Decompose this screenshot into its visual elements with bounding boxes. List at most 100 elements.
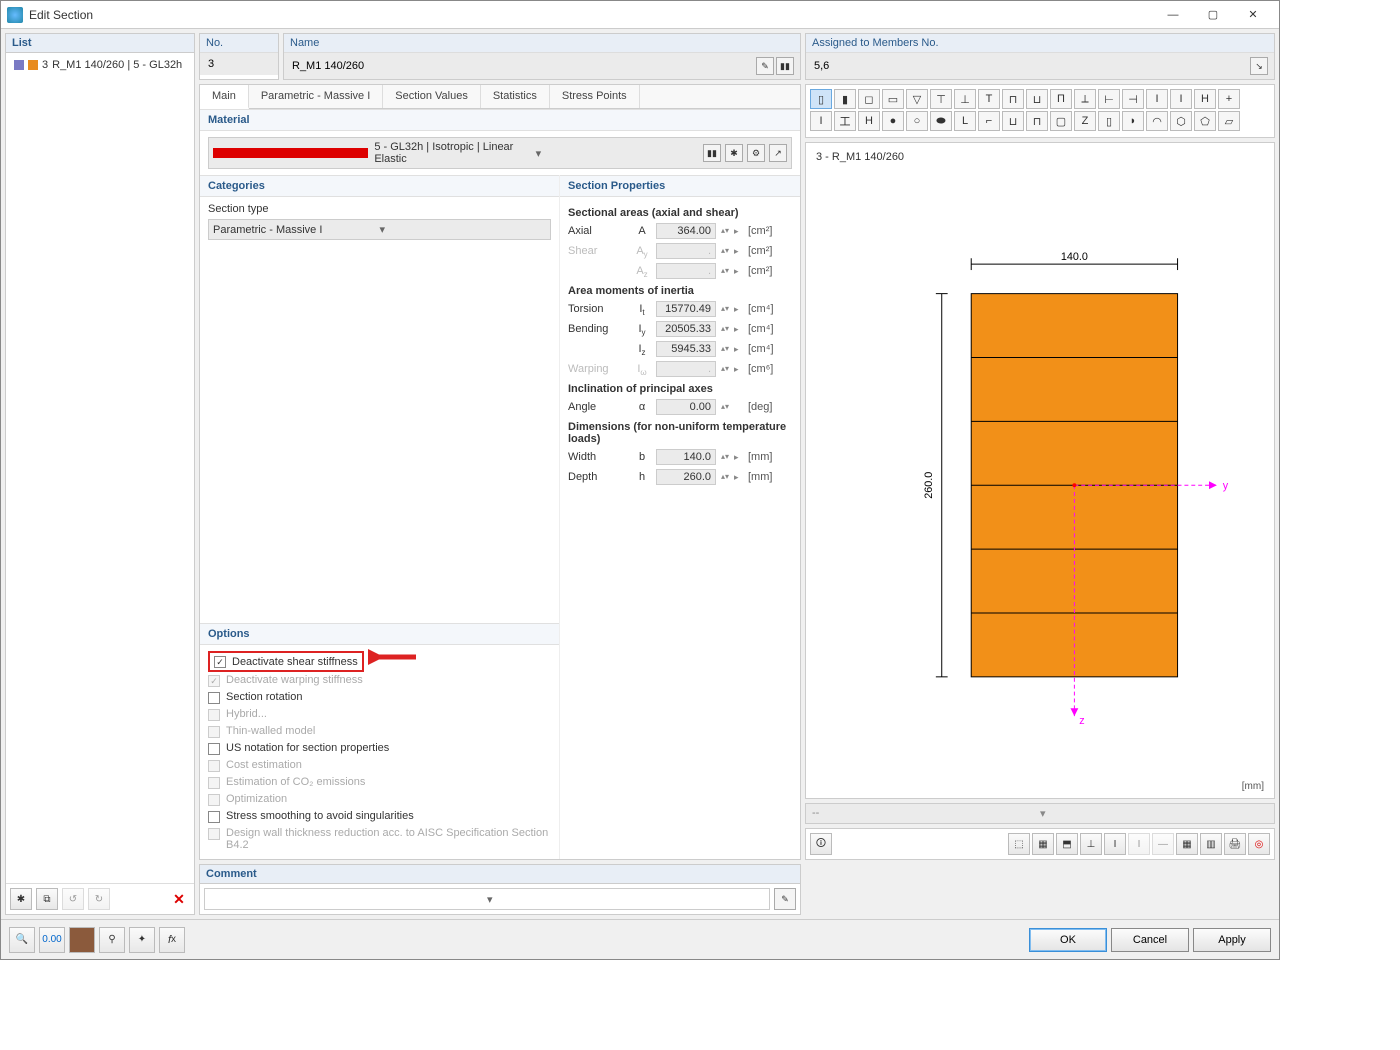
shape-button[interactable]: L [954,111,976,131]
edit-name-button[interactable]: ✎ [756,57,774,75]
shape-button[interactable]: ▢ [1050,111,1072,131]
library-button[interactable]: ▮▮ [776,57,794,75]
section-preview[interactable]: 3 - R_M1 140/260 140.0 [805,142,1275,799]
shape-button[interactable]: H [1194,89,1216,109]
spinner-icon[interactable]: ▴▾ [720,346,730,352]
color-button[interactable] [69,927,95,953]
width-value[interactable]: 140.0 [656,449,716,465]
shape-button[interactable]: Z [1074,111,1096,131]
apply-button[interactable]: Apply [1193,928,1271,952]
material-combo[interactable]: 5 - GL32h | Isotropic | Linear Elastic ▾… [208,137,792,169]
preview-tool-button[interactable]: ▦ [1176,833,1198,855]
help-button[interactable]: 🔍 [9,927,35,953]
section-type-combo[interactable]: Parametric - Massive I ▾ [208,219,551,240]
shape-button[interactable]: ◠ [1146,111,1168,131]
shape-button[interactable]: ⌐ [978,111,1000,131]
close-button[interactable]: ✕ [1233,3,1273,27]
shape-button[interactable]: ⊥ [954,89,976,109]
shape-button[interactable]: ⊢ [1098,89,1120,109]
shape-button[interactable]: ▱ [1218,111,1240,131]
delete-button[interactable]: ✕ [168,888,190,910]
assigned-input[interactable] [812,59,1248,73]
shape-button[interactable]: ◗ [1122,111,1144,131]
preview-tool-button[interactable]: ◎ [1248,833,1270,855]
spinner-icon[interactable]: ▴▾ [720,404,730,410]
bending-z-value[interactable]: 5945.33 [656,341,716,357]
shape-button[interactable]: ▭ [882,89,904,109]
shape-button[interactable]: + [1218,89,1240,109]
spinner-icon[interactable]: ▴▾ [720,474,730,480]
maximize-button[interactable]: ▢ [1193,3,1233,27]
shape-button[interactable]: ⊤ [930,89,952,109]
name-input[interactable] [290,59,754,73]
preview-tool-button[interactable]: ▥ [1200,833,1222,855]
preview-tool-button[interactable]: ⊥ [1080,833,1102,855]
preview-results-combo[interactable]: -- ▾ [805,803,1275,824]
spinner-icon[interactable]: ▴▾ [720,326,730,332]
shape-button[interactable]: ▯ [1098,111,1120,131]
material-library-button[interactable]: ▮▮ [703,144,721,162]
goto-icon[interactable]: ▸ [734,324,744,335]
torsion-value[interactable]: 15770.49 [656,301,716,317]
shape-button[interactable]: ⬠ [1194,111,1216,131]
shape-button[interactable]: Π [1050,89,1072,109]
shape-button[interactable]: 工 [834,111,856,131]
spinner-icon[interactable]: ▴▾ [720,306,730,312]
minimize-button[interactable]: — [1153,3,1193,27]
shape-button[interactable]: I [1170,89,1192,109]
goto-icon[interactable]: ▸ [734,226,744,237]
shape-button[interactable]: ⊣ [1122,89,1144,109]
shape-button[interactable]: ⊓ [1002,89,1024,109]
footer-tool-button[interactable]: ✦ [129,927,155,953]
preview-tool-button[interactable]: ⬒ [1056,833,1078,855]
shape-button[interactable]: ⊔ [1002,111,1024,131]
goto-icon[interactable]: ▸ [734,472,744,483]
shape-button[interactable]: ⬬ [930,111,952,131]
spinner-icon[interactable]: ▴▾ [720,228,730,234]
function-button[interactable]: fx [159,927,185,953]
shape-button[interactable]: H [858,111,880,131]
print-button[interactable]: 🖨 [1224,833,1246,855]
shape-button[interactable]: ⬡ [1170,111,1192,131]
list-item[interactable]: 3 R_M1 140/260 | 5 - GL32h [10,57,190,73]
tab-parametric[interactable]: Parametric - Massive I [249,85,383,108]
shape-button[interactable]: ▮ [834,89,856,109]
angle-value[interactable]: 0.00 [656,399,716,415]
bending-y-value[interactable]: 20505.33 [656,321,716,337]
stress-smoothing-checkbox[interactable] [208,811,220,823]
shape-button[interactable]: ⊔ [1026,89,1048,109]
goto-icon[interactable]: ▸ [734,452,744,463]
tab-stress-points[interactable]: Stress Points [550,85,640,108]
material-edit-button[interactable]: ⚙ [747,144,765,162]
shape-button[interactable]: T [978,89,1000,109]
shape-button[interactable]: ⟂ [1074,89,1096,109]
depth-value[interactable]: 260.0 [656,469,716,485]
shape-button[interactable]: ○ [906,111,928,131]
tab-main[interactable]: Main [200,85,249,109]
material-new-button[interactable]: ✱ [725,144,743,162]
deactivate-shear-checkbox[interactable] [214,656,226,668]
shape-button[interactable]: ⊓ [1026,111,1048,131]
goto-icon[interactable]: ▸ [734,304,744,315]
shape-button[interactable]: ● [882,111,904,131]
shape-button[interactable]: ▽ [906,89,928,109]
pick-members-button[interactable]: ↘ [1250,57,1268,75]
preview-tool-button[interactable]: ▦ [1032,833,1054,855]
shape-rect-icon[interactable]: ▯ [810,89,832,109]
shape-button[interactable]: I [1146,89,1168,109]
comment-input[interactable]: ▾ [204,888,770,910]
preview-tool-button[interactable]: I [1104,833,1126,855]
cancel-button[interactable]: Cancel [1111,928,1189,952]
shape-button[interactable]: ◻ [858,89,880,109]
new-item-button[interactable]: ✱ [10,888,32,910]
goto-icon[interactable]: ▸ [734,344,744,355]
tab-section-values[interactable]: Section Values [383,85,481,108]
ok-button[interactable]: OK [1029,928,1107,952]
section-rotation-checkbox[interactable] [208,692,220,704]
preview-tool-button[interactable]: ⬚ [1008,833,1030,855]
comment-edit-button[interactable]: ✎ [774,888,796,910]
axial-value[interactable]: 364.00 [656,223,716,239]
shape-button[interactable]: I [810,111,832,131]
tab-statistics[interactable]: Statistics [481,85,550,108]
material-pick-button[interactable]: ↗ [769,144,787,162]
